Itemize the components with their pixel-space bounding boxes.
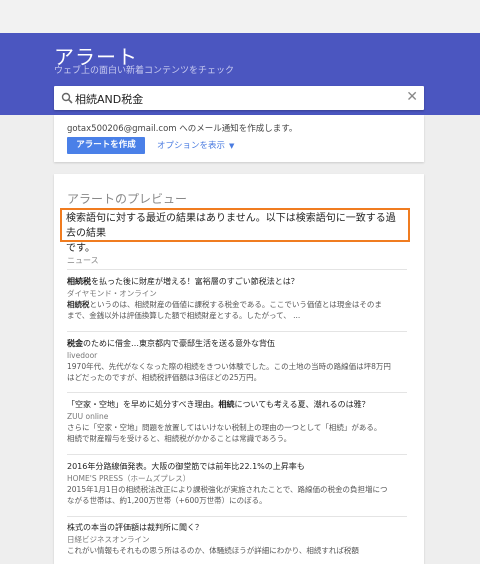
title-bold: 相続税 [67,277,91,286]
show-options-link[interactable]: オプションを表示 ▼ [157,139,234,151]
create-alert-button[interactable]: アラートを作成 [67,137,145,154]
title-part: のために借金…東京都内で豪邸生活を送る意外な背伍 [83,339,275,348]
news-snippet: これがい情報もそれもの思う所はるのか、体騒続ほうが詳細にわかり、相続すれば税額 [67,545,412,556]
preview-card: アラートのプレビュー 検索語句に対する最近の結果はありません。以下は検索語句に一… [54,174,424,564]
news-source: ZUU online [67,412,109,421]
top-strip [0,0,480,33]
snippet-line: さらに「空家・空地」問題を放置してはいけない税制上の理由の一つとして「相続」があ… [67,423,382,432]
news-title-link[interactable]: 「空家・空地」を早めに処分すべき理由。相続についても考える夏、潮れるのは雅？ [67,399,412,411]
snippet-line: というのは、相続財産の価値に課税する税金である。ここでいう価値とは現金はそのま [89,300,382,309]
snippet-line: これがい情報もそれもの思う所はるのか、体騒続ほうが詳細にわかり、相続すれば税額 [67,546,359,555]
news-title-link[interactable]: 相続税を払った後に財産が増える！富裕層のすごい節税法とは？ [67,276,412,288]
list-item: 「空家・空地」を早めに処分すべき理由。相続についても考える夏、潮れるのは雅？ Z… [67,399,412,444]
news-title-link[interactable]: 2016年分路線価発表。大阪の御堂筋では前年比22.1%の上昇率も [67,461,412,473]
news-snippet: さらに「空家・空地」問題を放置してはいけない税制上の理由の一つとして「相続」があ… [67,422,412,433]
news-snippet: 相続で財産贈与を受けると、相続税がかかることは常識であろう。 [67,434,292,443]
search-icon [61,92,73,104]
section-label: ニュース [67,256,99,265]
no-result-message: 検索語句に対する最近の結果はありません。以下は検索語句に一致する過去の結果 です… [60,208,410,254]
list-item: 2016年分路線価発表。大阪の御堂筋では前年比22.1%の上昇率も HOME'S… [67,461,412,506]
title-part: についても考える夏、潮れるのは雅？ [234,400,370,409]
no-result-line-2: です。 [66,243,95,254]
news-source: HOME'S PRESS（ホームズプレス） [67,474,191,483]
email-notice: gotax500206@gmail.com へのメール通知を作成します。 [67,124,298,134]
title-part: 株式の本当の評価額は裁判所に聞く？ [67,523,203,532]
news-snippet: まで、金銭以外は評価換算した額で相続財産とする。したがって、 ... [67,311,301,320]
chevron-down-icon: ▼ [229,142,235,150]
snippet-line: 1970年代、先代がなくなった際の相続をきつい体験でした。この土地の当時の路線価… [67,362,391,371]
news-snippet: 1970年代、先代がなくなった際の相続をきつい体験でした。この土地の当時の路線価… [67,361,412,372]
snippet-bold: 相続税 [67,300,90,309]
news-snippet: 2015年1月1日の相続税法改正により課税強化が実施されたことで、路線価の税金の… [67,484,412,495]
news-snippet: ながる世帯は、約1,200万世帯（+600万世帯）にのぼる。 [67,496,267,505]
snippet-line: 2015年1月1日の相続税法改正により課税強化が実施されたことで、路線価の税金の… [67,485,388,494]
create-alert-card: gotax500206@gmail.com へのメール通知を作成します。 アラー… [54,115,424,162]
divider [67,331,407,332]
divider [67,392,407,393]
divider [67,516,407,517]
close-icon[interactable]: ✕ [406,89,418,105]
news-snippet: はどだったのですが、相続税評価額は3倍ほどの25万円。 [67,373,262,382]
news-snippet: 相続税というのは、相続財産の価値に課税する税金である。ここでいう価値とは現金はそ… [67,299,412,310]
news-title-link[interactable]: 株式の本当の評価額は裁判所に聞く？ [67,522,412,534]
title-bold: 相続 [218,400,235,409]
search-query: 相続AND税金 [75,93,144,106]
news-source: livedoor [67,351,98,360]
divider [67,454,407,455]
title-part: を払った後に財産が増える！富裕層のすごい節税法とは？ [91,277,299,286]
list-item: 相続税を払った後に財産が増える！富裕層のすごい節税法とは？ ダイヤモンド・オンラ… [67,276,412,321]
news-source: 日経ビジネスオンライン [67,535,150,544]
divider [67,269,407,270]
page-subtitle: ウェブ上の面白い新着コンテンツをチェック [54,66,235,76]
title-part: 「空家・空地」を早めに処分すべき理由。 [67,400,219,409]
list-item: 株式の本当の評価額は裁判所に聞く？ 日経ビジネスオンライン これがい情報もそれも… [67,522,412,556]
show-options-label: オプションを表示 [157,141,226,151]
no-result-line-1: 検索語句に対する最近の結果はありません。以下は検索語句に一致する過去の結果 [66,213,396,239]
title-bold: 税金 [67,339,83,348]
news-title-link[interactable]: 税金のために借金…東京都内で豪邸生活を送る意外な背伍 [67,338,412,350]
list-item: 税金のために借金…東京都内で豪邸生活を送る意外な背伍 livedoor 1970… [67,338,412,383]
news-source: ダイヤモンド・オンライン [67,289,157,298]
preview-title: アラートのプレビュー [67,192,188,206]
title-part: 2016年分路線価発表。大阪の御堂筋では前年比22.1%の上昇率も [67,462,305,471]
search-input[interactable]: 相続AND税金 ✕ [54,86,424,110]
